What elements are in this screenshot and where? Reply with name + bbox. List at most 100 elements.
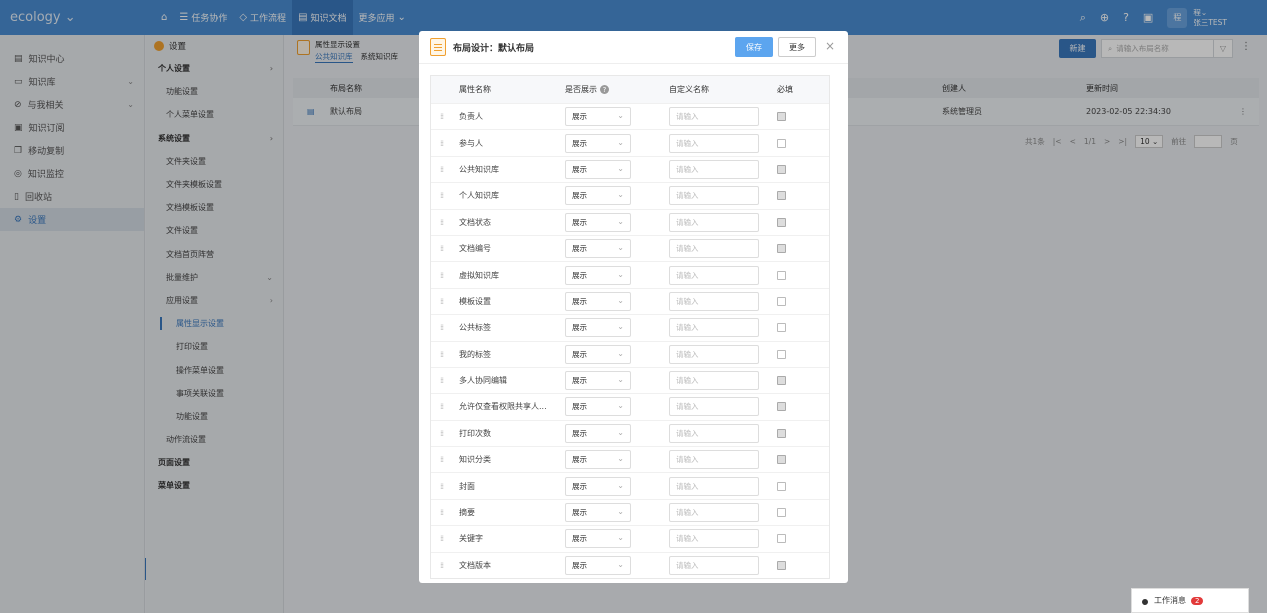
save-button[interactable]: 保存 <box>735 37 773 57</box>
attribute-row: ⁞⁞ 参与人 展示 ⌄ 请输入 <box>431 129 829 155</box>
drag-handle-icon[interactable]: ⁞⁞ <box>440 376 444 385</box>
show-select[interactable]: 展示 ⌄ <box>565 529 631 549</box>
attribute-name: 虚拟知识库 <box>459 270 499 280</box>
custom-name-input[interactable]: 请输入 <box>669 186 759 206</box>
required-checkbox[interactable] <box>777 534 786 544</box>
chevron-down-icon: ⌄ <box>617 533 624 543</box>
drag-handle-icon[interactable]: ⁞⁞ <box>440 534 444 543</box>
chevron-down-icon: ⌄ <box>617 507 624 517</box>
attribute-row: ⁞⁞ 个人知识库 展示 ⌄ 请输入 <box>431 182 829 208</box>
attribute-row: ⁞⁞ 打印次数 展示 ⌄ 请输入 <box>431 419 829 446</box>
drag-handle-icon[interactable]: ⁞⁞ <box>440 218 444 227</box>
drag-handle-icon[interactable]: ⁞⁞ <box>440 191 444 200</box>
attribute-row: ⁞⁞ 我的标签 展示 ⌄ 请输入 <box>431 340 829 367</box>
chevron-down-icon: ⌄ <box>617 427 624 437</box>
custom-name-input[interactable]: 请输入 <box>669 529 759 549</box>
show-select[interactable]: 展示 ⌄ <box>565 186 631 206</box>
attribute-row: ⁞⁞ 公共知识库 展示 ⌄ 请输入 <box>431 155 829 182</box>
custom-name-input[interactable]: 请输入 <box>669 133 759 153</box>
custom-name-input[interactable]: 请输入 <box>669 476 759 496</box>
drag-handle-icon[interactable]: ⁞⁞ <box>440 139 444 148</box>
layout-design-modal: 布局设计：默认布局 保存 更多 × 属性名称 是否展示? 自定义名称 必填 ⁞⁞… <box>419 31 848 583</box>
attribute-row: ⁞⁞ 文档编号 展示 ⌄ 请输入 <box>431 234 829 261</box>
attribute-name: 文档编号 <box>459 244 491 254</box>
attribute-row: ⁞⁞ 公共标签 展示 ⌄ 请输入 <box>431 314 829 340</box>
drag-handle-icon[interactable]: ⁞⁞ <box>440 561 444 570</box>
show-select[interactable]: 展示 ⌄ <box>565 371 631 391</box>
custom-name-input[interactable]: 请输入 <box>669 503 759 523</box>
required-checkbox[interactable] <box>777 323 786 333</box>
chevron-down-icon: ⌄ <box>617 375 624 385</box>
required-checkbox[interactable] <box>777 138 786 148</box>
drag-handle-icon[interactable]: ⁞⁞ <box>440 350 444 359</box>
custom-name-input[interactable]: 请输入 <box>669 555 759 575</box>
modal-header: 布局设计：默认布局 保存 更多 × <box>419 31 848 64</box>
required-checkbox[interactable] <box>777 349 786 359</box>
custom-name-input[interactable]: 请输入 <box>669 397 759 417</box>
help-icon[interactable]: ? <box>600 85 609 94</box>
required-checkbox[interactable] <box>777 481 786 491</box>
required-checkbox[interactable] <box>777 508 786 518</box>
required-checkbox <box>777 164 786 174</box>
show-select[interactable]: 展示 ⌄ <box>565 212 631 232</box>
show-select[interactable]: 展示 ⌄ <box>565 318 631 338</box>
drag-handle-icon[interactable]: ⁞⁞ <box>440 271 444 280</box>
drag-handle-icon[interactable]: ⁞⁞ <box>440 165 444 174</box>
attribute-row: ⁞⁞ 知识分类 展示 ⌄ 请输入 <box>431 446 829 472</box>
drag-handle-icon[interactable]: ⁞⁞ <box>440 508 444 517</box>
doc-icon <box>430 38 446 56</box>
custom-name-input[interactable]: 请输入 <box>669 450 759 470</box>
message-icon <box>1142 599 1148 605</box>
show-select[interactable]: 展示 ⌄ <box>565 239 631 259</box>
show-select[interactable]: 展示 ⌄ <box>565 291 631 311</box>
attribute-name: 模板设置 <box>459 296 491 306</box>
more-button[interactable]: 更多 <box>778 37 816 57</box>
attribute-name: 多人协同编辑 <box>459 376 507 386</box>
attribute-name: 关键字 <box>459 534 483 544</box>
show-select[interactable]: 展示 ⌄ <box>565 344 631 364</box>
modal-title: 布局设计：默认布局 <box>453 43 535 54</box>
show-select[interactable]: 展示 ⌄ <box>565 503 631 523</box>
show-select[interactable]: 展示 ⌄ <box>565 397 631 417</box>
custom-name-input[interactable]: 请输入 <box>669 291 759 311</box>
drag-handle-icon[interactable]: ⁞⁞ <box>440 455 444 464</box>
show-select[interactable]: 展示 ⌄ <box>565 265 631 285</box>
attribute-name: 公共知识库 <box>459 164 499 174</box>
drag-handle-icon[interactable]: ⁞⁞ <box>440 112 444 121</box>
custom-name-input[interactable]: 请输入 <box>669 265 759 285</box>
required-checkbox[interactable] <box>777 296 786 306</box>
drag-handle-icon[interactable]: ⁞⁞ <box>440 297 444 306</box>
chevron-down-icon: ⌄ <box>617 559 624 569</box>
chevron-down-icon: ⌄ <box>617 401 624 411</box>
chevron-down-icon: ⌄ <box>617 269 624 279</box>
show-select[interactable]: 展示 ⌄ <box>565 476 631 496</box>
custom-name-input[interactable]: 请输入 <box>669 371 759 391</box>
attribute-name: 公共标签 <box>459 323 491 333</box>
show-select[interactable]: 展示 ⌄ <box>565 555 631 575</box>
custom-name-input[interactable]: 请输入 <box>669 318 759 338</box>
drag-handle-icon[interactable]: ⁞⁞ <box>440 244 444 253</box>
show-select[interactable]: 展示 ⌄ <box>565 423 631 443</box>
attribute-name: 文档版本 <box>459 560 491 570</box>
show-select[interactable]: 展示 ⌄ <box>565 107 631 127</box>
work-message-button[interactable]: 工作消息 2 <box>1131 588 1249 613</box>
drag-handle-icon[interactable]: ⁞⁞ <box>440 429 444 438</box>
show-select[interactable]: 展示 ⌄ <box>565 450 631 470</box>
drag-handle-icon[interactable]: ⁞⁞ <box>440 323 444 332</box>
drag-handle-icon[interactable]: ⁞⁞ <box>440 402 444 411</box>
required-checkbox <box>777 376 786 386</box>
show-select[interactable]: 展示 ⌄ <box>565 133 631 153</box>
show-select[interactable]: 展示 ⌄ <box>565 159 631 179</box>
custom-name-input[interactable]: 请输入 <box>669 212 759 232</box>
custom-name-input[interactable]: 请输入 <box>669 159 759 179</box>
custom-name-input[interactable]: 请输入 <box>669 239 759 259</box>
close-icon[interactable]: × <box>825 40 835 52</box>
attribute-name: 个人知识库 <box>459 191 499 201</box>
custom-name-input[interactable]: 请输入 <box>669 344 759 364</box>
attribute-row: ⁞⁞ 虚拟知识库 展示 ⌄ 请输入 <box>431 261 829 287</box>
drag-handle-icon[interactable]: ⁞⁞ <box>440 482 444 491</box>
required-checkbox[interactable] <box>777 270 786 280</box>
custom-name-input[interactable]: 请输入 <box>669 423 759 443</box>
attribute-row: ⁞⁞ 关键字 展示 ⌄ 请输入 <box>431 525 829 551</box>
custom-name-input[interactable]: 请输入 <box>669 107 759 127</box>
